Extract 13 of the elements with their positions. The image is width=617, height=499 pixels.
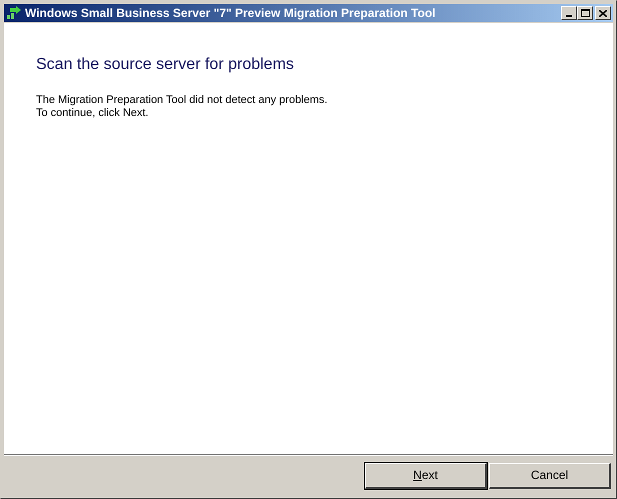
close-icon [599,10,607,16]
maximize-icon [580,9,590,17]
page-heading: Scan the source server for problems [36,55,295,75]
close-button[interactable] [595,6,611,20]
next-button[interactable]: Next [365,462,487,488]
message-text: The Migration Preparation Tool did not detect any problems. [36,94,328,107]
minimize-icon [566,15,572,17]
cancel-button[interactable]: Cancel [489,462,611,488]
window-title: Windows Small Business Server "7" Preview Migration Preparation Tool [25,5,436,22]
minimize-button[interactable] [561,6,577,20]
arrows-icon [6,6,22,20]
maximize-button[interactable] [577,6,593,20]
message-text: To continue, click Next. [36,107,150,120]
